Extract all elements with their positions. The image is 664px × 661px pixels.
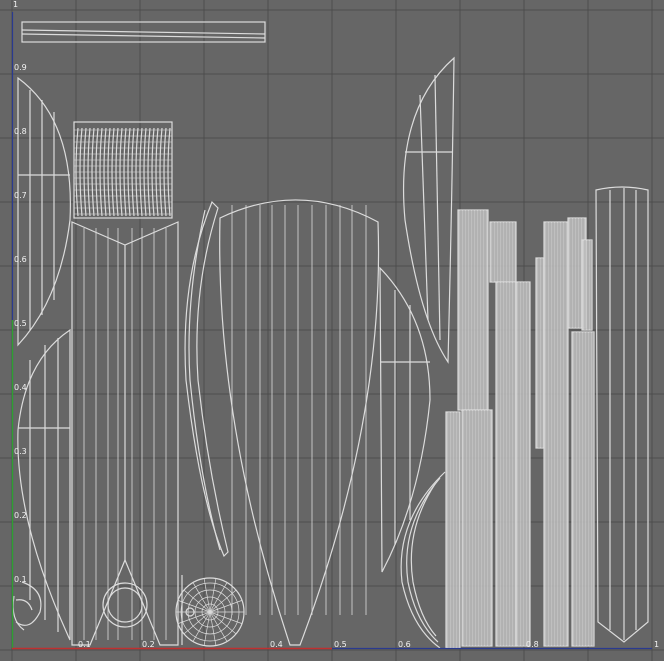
v-tick-label: 0.9	[14, 63, 27, 72]
uv-shell-curved-blade[interactable]	[184, 200, 229, 558]
v-tick-label: 0.2	[14, 511, 27, 520]
u-tick-label: 1	[654, 640, 659, 649]
corner-label: 1	[13, 0, 18, 9]
u-tick-label: 0.6	[398, 640, 411, 649]
uv-shell-right-capsule[interactable]	[595, 186, 649, 643]
uv-shell-dense-strips[interactable]	[445, 209, 595, 649]
uv-shell-arc[interactable]	[400, 471, 446, 649]
uv-shell-central-shield[interactable]	[219, 199, 380, 646]
uv-canvas[interactable]: 0.1 0.2 0.4 0.5 0.6 0.8 1 0.9 0.8 0.7 0.6 0.5 0.4 0.…	[0, 0, 664, 661]
uv-shell-top-strip[interactable]	[21, 21, 266, 43]
uv-editor-viewport[interactable]: 0.1 0.2 0.4 0.5 0.6 0.8 1 0.9 0.8 0.7 0.6 0.5 0.4 0.…	[0, 0, 664, 661]
u-tick-label: 0.2	[142, 640, 155, 649]
u-tick-label: 0.4	[270, 640, 283, 649]
v-tick-label: 0.7	[14, 191, 27, 200]
v-tick-label: 0.5	[14, 319, 27, 328]
u-tick-label: 0.1	[78, 640, 91, 649]
v-tick-label: 0.4	[14, 383, 27, 392]
v-tick-label: 0.8	[14, 127, 27, 136]
v-tick-label: 0.1	[14, 575, 27, 584]
uv-shell-strand-cluster[interactable]	[73, 121, 173, 219]
v-tick-label: 0.6	[14, 255, 27, 264]
u-tick-label: 0.5	[334, 640, 347, 649]
uv-shell-fin-panel[interactable]	[71, 221, 179, 646]
v-tick-label: 0.3	[14, 447, 27, 456]
uv-shell-left-leaf-lower[interactable]	[17, 328, 71, 641]
uv-shell-small-circle[interactable]	[12, 581, 42, 631]
uv-shell-right-leaf-upper[interactable]	[402, 56, 455, 364]
uv-shells[interactable]	[12, 21, 649, 649]
u-tick-label: 0.8	[526, 640, 539, 649]
uv-shell-right-leaf-lower[interactable]	[379, 266, 431, 573]
uv-shell-left-leaf-upper[interactable]	[17, 76, 72, 347]
